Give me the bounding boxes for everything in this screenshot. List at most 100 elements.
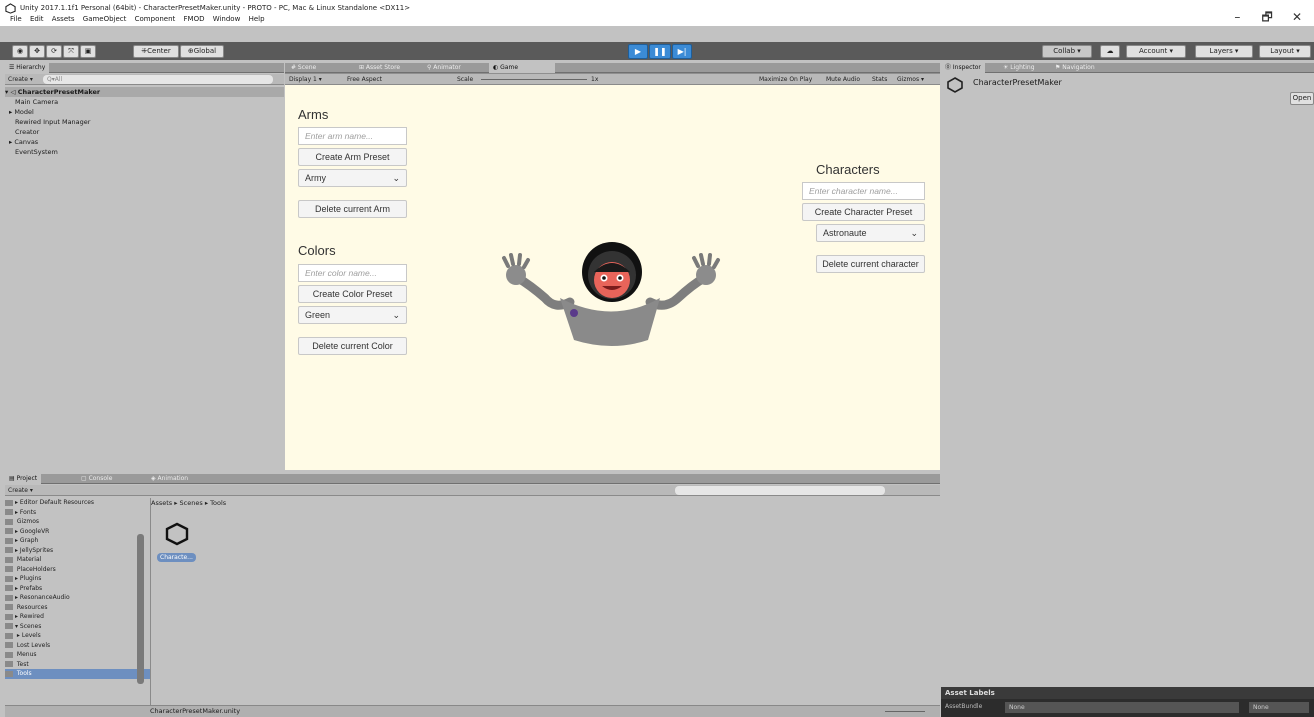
rotate-tool-icon[interactable]: ⟳	[46, 45, 62, 58]
tab-asset-store[interactable]: ⊞ Asset Store	[355, 63, 404, 73]
folder-item[interactable]: Gizmos	[5, 517, 150, 527]
folder-item[interactable]: Resources	[5, 603, 150, 613]
folder-item[interactable]: ▸ JellySprites	[5, 546, 150, 556]
gizmos-dropdown[interactable]: Gizmos ▾	[897, 75, 924, 84]
scale-tool-icon[interactable]: ⤧	[63, 45, 79, 58]
tab-animator[interactable]: ⚲ Animator	[423, 63, 465, 73]
tab-console[interactable]: ▢ Console	[77, 474, 116, 484]
pivot-global-toggle[interactable]: ⊕Global	[180, 45, 224, 58]
arm-preset-dropdown[interactable]: Army ⌄	[298, 169, 407, 187]
menu-window[interactable]: Window	[213, 15, 241, 23]
folder-item[interactable]: Lost Levels	[5, 641, 150, 651]
play-button[interactable]: ▶	[628, 44, 648, 59]
color-preset-value: Green	[305, 310, 331, 320]
assetbundle-dropdown[interactable]: None	[1005, 702, 1239, 713]
folder-item[interactable]: ▸ ResonanceAudio	[5, 593, 150, 603]
layout-dropdown[interactable]: Layout ▾	[1259, 45, 1311, 58]
aspect-dropdown[interactable]: Free Aspect	[347, 75, 382, 84]
menu-fmod[interactable]: FMOD	[184, 15, 205, 23]
tab-project[interactable]: ▤ Project	[5, 474, 42, 484]
hierarchy-item-canvas[interactable]: ▸ Canvas	[5, 137, 284, 147]
layers-dropdown[interactable]: Layers ▾	[1195, 45, 1253, 58]
folder-icon	[5, 613, 13, 620]
open-button[interactable]: Open	[1290, 92, 1314, 105]
menu-assets[interactable]: Assets	[52, 15, 75, 23]
menu-gameobject[interactable]: GameObject	[83, 15, 127, 23]
folder-item[interactable]: PlaceHolders	[5, 565, 150, 575]
folder-icon	[5, 604, 13, 610]
folder-item[interactable]: ▸ GoogleVR	[5, 527, 150, 537]
tab-lighting[interactable]: ☀ Lighting	[999, 63, 1039, 73]
unity-logo-icon	[5, 3, 16, 14]
collab-dropdown[interactable]: Collab ▾	[1042, 45, 1092, 58]
pivot-center-toggle[interactable]: ⁜Center	[133, 45, 179, 58]
folder-item[interactable]: ▸ Plugins	[5, 574, 150, 584]
hierarchy-create-button[interactable]: Create ▾	[8, 75, 33, 84]
folder-item[interactable]: ▸ Editor Default Resources	[5, 498, 150, 508]
tab-inspector[interactable]: ⓪ Inspector	[941, 63, 985, 73]
project-create-button[interactable]: Create ▾	[8, 486, 33, 495]
arm-name-input[interactable]: Enter arm name...	[298, 127, 407, 145]
folder-item[interactable]: Test	[5, 660, 150, 670]
tab-hierarchy[interactable]: ☰ Hierarchy	[5, 63, 50, 73]
folder-item[interactable]: Menus	[5, 650, 150, 660]
character-name-input[interactable]: Enter character name...	[802, 182, 925, 200]
hierarchy-item-creator[interactable]: Creator	[5, 127, 284, 137]
folder-item[interactable]: ▸ Prefabs	[5, 584, 150, 594]
create-color-preset-button[interactable]: Create Color Preset	[298, 285, 407, 303]
folder-item[interactable]: ▸ Levels	[5, 631, 150, 641]
pause-button[interactable]: ❚❚	[649, 44, 671, 59]
folder-scrollbar[interactable]	[137, 534, 144, 684]
restore-icon[interactable]: 🗗	[1254, 8, 1280, 29]
step-button[interactable]: ▶|	[672, 44, 692, 59]
close-icon[interactable]: ✕	[1284, 10, 1310, 24]
delete-character-button[interactable]: Delete current character	[816, 255, 925, 273]
folder-item[interactable]: ▸ Graph	[5, 536, 150, 546]
tab-game[interactable]: ◐ Game	[489, 63, 555, 73]
rect-tool-icon[interactable]: ▣	[80, 45, 96, 58]
hierarchy-item-rewired[interactable]: Rewired Input Manager	[5, 117, 284, 127]
minimize-icon[interactable]: –	[1224, 10, 1250, 24]
menu-edit[interactable]: Edit	[30, 15, 44, 23]
tab-animation[interactable]: ◈ Animation	[147, 474, 192, 484]
cloud-icon[interactable]: ☁	[1100, 45, 1120, 58]
mute-audio-toggle[interactable]: Mute Audio	[826, 75, 860, 84]
hierarchy-item-model[interactable]: ▸ Model	[5, 107, 284, 117]
scene-asset-label[interactable]: Characte...	[157, 553, 196, 562]
color-name-input[interactable]: Enter color name...	[298, 264, 407, 282]
hierarchy-item-main-camera[interactable]: Main Camera	[5, 97, 284, 107]
folder-item[interactable]: Material	[5, 555, 150, 565]
characters-heading: Characters	[816, 162, 880, 177]
folder-item[interactable]: ▸ Fonts	[5, 508, 150, 518]
scale-slider[interactable]	[481, 79, 587, 80]
maximize-on-play-toggle[interactable]: Maximize On Play	[759, 75, 812, 84]
tab-navigation[interactable]: ⚑ Navigation	[1051, 63, 1099, 73]
folder-item-selected[interactable]: Tools	[5, 669, 150, 679]
delete-arm-button[interactable]: Delete current Arm	[298, 200, 407, 218]
character-preset-dropdown[interactable]: Astronaute ⌄	[816, 224, 925, 242]
create-arm-preset-button[interactable]: Create Arm Preset	[298, 148, 407, 166]
folder-item[interactable]: ▸ Rewired	[5, 612, 150, 622]
color-preset-dropdown[interactable]: Green ⌄	[298, 306, 407, 324]
menu-component[interactable]: Component	[135, 15, 176, 23]
hierarchy-search-input[interactable]: Q▾All	[43, 75, 273, 84]
project-search-input[interactable]	[675, 486, 885, 495]
icon-size-slider[interactable]	[885, 711, 925, 712]
unity-scene-asset-icon[interactable]	[165, 522, 189, 546]
move-tool-icon[interactable]: ✥	[29, 45, 45, 58]
folder-item[interactable]: ▾ Scenes	[5, 622, 150, 632]
account-dropdown[interactable]: Account ▾	[1126, 45, 1186, 58]
inspector-object-name: CharacterPresetMaker	[973, 78, 1062, 87]
hierarchy-item-eventsystem[interactable]: EventSystem	[5, 147, 284, 157]
assetbundle-variant-dropdown[interactable]: None	[1249, 702, 1309, 713]
arm-preset-value: Army	[305, 173, 326, 183]
display-dropdown[interactable]: Display 1 ▾	[289, 75, 322, 84]
hand-tool-icon[interactable]: ◉	[12, 45, 28, 58]
menu-file[interactable]: File	[10, 15, 22, 23]
scene-root-item[interactable]: ▾ ◁ CharacterPresetMaker	[5, 87, 284, 97]
stats-toggle[interactable]: Stats	[872, 75, 887, 84]
create-character-preset-button[interactable]: Create Character Preset	[802, 203, 925, 221]
tab-scene[interactable]: # Scene	[287, 63, 320, 73]
menu-help[interactable]: Help	[249, 15, 265, 23]
delete-color-button[interactable]: Delete current Color	[298, 337, 407, 355]
